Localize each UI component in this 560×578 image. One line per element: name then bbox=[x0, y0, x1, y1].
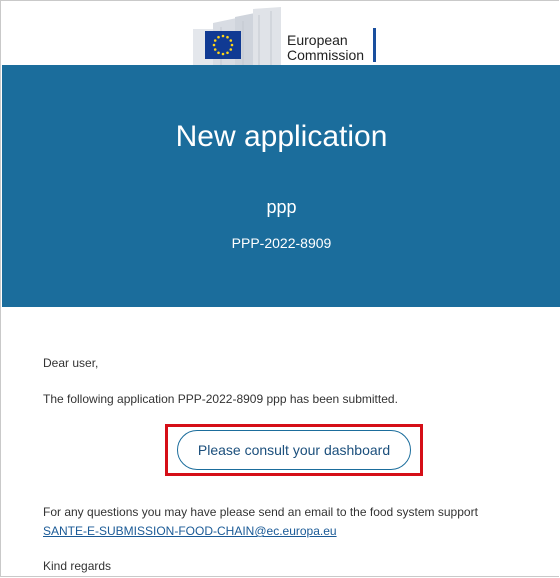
header-banner: New application ppp PPP-2022-8909 bbox=[2, 65, 560, 307]
logo-line-european: European bbox=[287, 32, 348, 48]
submitted-text: The following application PPP-2022-8909 … bbox=[43, 392, 398, 406]
eu-flag-icon bbox=[193, 7, 281, 65]
page-title: New application bbox=[175, 120, 388, 153]
logo-divider bbox=[373, 28, 376, 62]
support-text: For any questions you may have please se… bbox=[43, 505, 478, 519]
application-id: PPP-2022-8909 bbox=[231, 235, 332, 251]
application-type: ppp bbox=[266, 197, 297, 217]
logo-line-commission: Commission bbox=[287, 47, 365, 63]
email-frame: European Commission New application ppp … bbox=[0, 0, 560, 577]
logo-bar: European Commission bbox=[1, 1, 560, 65]
greeting-text: Dear user, bbox=[43, 356, 99, 370]
logo-text: European Commission bbox=[287, 33, 364, 63]
european-commission-logo: European Commission bbox=[191, 7, 391, 65]
support-email-link[interactable]: SANTE-E-SUBMISSION-FOOD-CHAIN@ec.europa.… bbox=[43, 524, 337, 538]
dashboard-button[interactable]: Please consult your dashboard bbox=[177, 430, 411, 470]
closing-text: Kind regards bbox=[43, 559, 112, 573]
